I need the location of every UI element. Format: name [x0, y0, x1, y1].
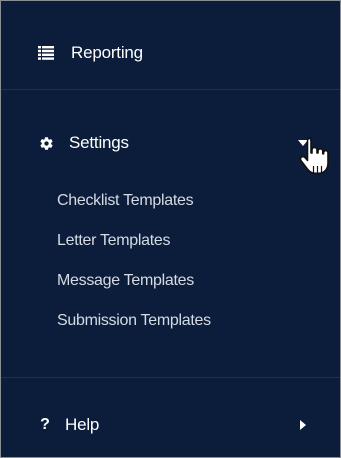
caret-right-icon[interactable]: [298, 420, 308, 430]
divider: [1, 377, 340, 378]
sidebar-item-label: Settings: [69, 133, 129, 152]
submenu-item-message-templates[interactable]: Message Templates: [1, 261, 340, 301]
sidebar-item-label: Reporting: [71, 43, 143, 62]
question-icon: ?: [40, 416, 50, 433]
submenu-item-submission-templates[interactable]: Submission Templates: [1, 301, 340, 341]
settings-submenu: Checklist Templates Letter Templates Mes…: [1, 181, 340, 341]
list-icon: [38, 45, 54, 61]
sidebar-item-label: Help: [65, 415, 100, 434]
gear-icon: [38, 135, 54, 151]
hand-pointer-cursor-icon: [299, 136, 329, 178]
divider: [1, 89, 340, 90]
sidebar-item-settings[interactable]: Settings: [1, 119, 340, 167]
sidebar-menu: Reporting Settings Checklist Templates L…: [0, 0, 341, 458]
submenu-item-checklist-templates[interactable]: Checklist Templates: [1, 181, 340, 221]
sidebar-item-help[interactable]: ? Help: [1, 401, 340, 449]
sidebar-item-reporting[interactable]: Reporting: [1, 29, 340, 77]
submenu-item-letter-templates[interactable]: Letter Templates: [1, 221, 340, 261]
